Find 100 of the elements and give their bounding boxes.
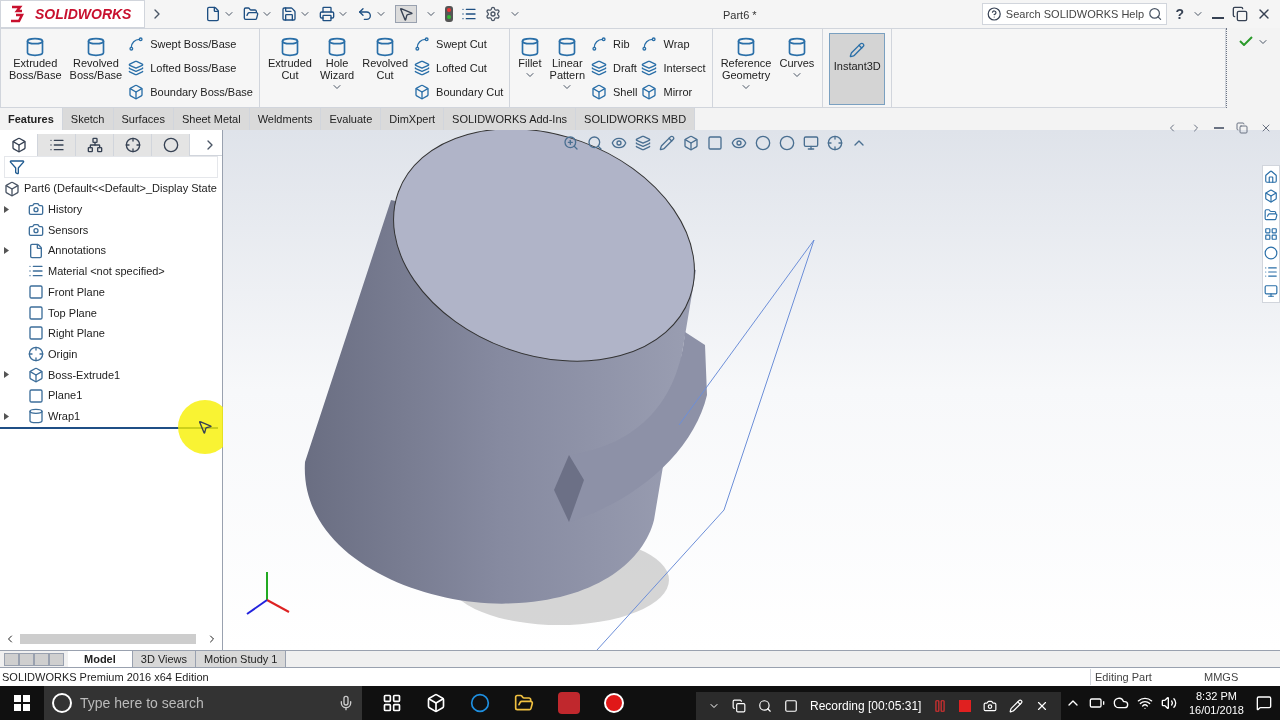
clock-time[interactable]: 8:32 PM [1196, 689, 1237, 703]
command-button[interactable]: Lofted Boss/Base [128, 59, 253, 77]
camera-icon[interactable] [983, 699, 998, 713]
command-button[interactable]: Mirror [641, 83, 706, 101]
task-pane-icon[interactable] [1264, 227, 1278, 241]
command-button[interactable]: Wrap [641, 35, 706, 53]
expand-arrow-icon[interactable] [4, 412, 9, 420]
units-selector[interactable]: MMGS [1180, 668, 1280, 686]
command-button[interactable]: Revolved Boss/Base [67, 33, 125, 105]
task-pane-icon[interactable] [1264, 208, 1278, 222]
wifi-icon[interactable] [1136, 695, 1153, 711]
help-button[interactable]: ? [1175, 3, 1184, 25]
command-tab[interactable]: Weldments [249, 108, 322, 130]
view-tool-icon[interactable] [563, 135, 579, 151]
view-tool-icon[interactable] [683, 135, 699, 151]
view-tool-icon[interactable] [587, 135, 603, 151]
traffic-light-icon[interactable] [445, 6, 453, 22]
panel-tab[interactable] [0, 133, 38, 156]
tree-item[interactable]: Plane1 [0, 385, 222, 406]
task-pane-icon[interactable] [1264, 265, 1278, 279]
pause-icon[interactable] [933, 699, 948, 713]
bottom-tab[interactable]: Model [68, 650, 133, 668]
task-pane-icon[interactable] [1264, 246, 1278, 260]
command-tab[interactable]: Sheet Metal [173, 108, 250, 130]
clock-date[interactable]: 16/01/2018 [1188, 703, 1244, 717]
instant3d-button[interactable]: Instant3D [829, 33, 886, 105]
bottom-tab[interactable]: Motion Study 1 [196, 650, 287, 668]
solidworks-logo[interactable]: SOLIDWORKS [0, 0, 145, 28]
stop-icon[interactable] [959, 700, 972, 712]
command-button[interactable]: Boundary Boss/Base [128, 83, 253, 101]
select-button[interactable] [395, 5, 417, 23]
command-button[interactable]: Linear Pattern [547, 33, 587, 105]
tree-item[interactable]: History [0, 199, 222, 220]
view-tool-icon[interactable] [803, 135, 819, 151]
bottom-tab[interactable]: 3D Views [132, 650, 197, 668]
windows-logo-icon[interactable] [14, 695, 30, 711]
command-button[interactable]: Rib [591, 35, 638, 53]
view-tool-icon[interactable] [707, 135, 723, 151]
microphone-icon[interactable] [338, 695, 354, 711]
cloud-icon[interactable] [1112, 695, 1129, 711]
view-tool-icon[interactable] [659, 135, 675, 151]
command-tab[interactable]: Evaluate [321, 108, 382, 130]
tree-item[interactable]: Annotations [0, 240, 222, 262]
view-tool-icon[interactable] [779, 135, 795, 151]
command-tab[interactable]: Sketch [62, 108, 114, 130]
command-tab[interactable]: SOLIDWORKS MBD [576, 108, 696, 130]
command-tab[interactable]: DimXpert [381, 108, 445, 130]
command-button[interactable]: Swept Cut [414, 35, 504, 53]
command-button[interactable]: Lofted Cut [414, 59, 504, 77]
panel-tab[interactable] [76, 133, 114, 156]
tree-item[interactable]: Right Plane [0, 323, 222, 344]
volume-icon[interactable] [1160, 695, 1177, 711]
task-pane-icon[interactable] [1264, 189, 1278, 203]
region-icon[interactable] [784, 699, 798, 713]
command-button[interactable]: Boundary Cut [414, 83, 504, 101]
tree-item[interactable]: Boss-Extrude1 [0, 364, 222, 386]
panel-tab[interactable] [38, 133, 76, 156]
command-button[interactable]: Swept Boss/Base [128, 35, 253, 53]
search-icon[interactable] [758, 699, 772, 713]
task-pane-icon[interactable] [1264, 170, 1278, 184]
view-tool-icon[interactable] [635, 135, 651, 151]
expand-arrow-icon[interactable] [4, 247, 9, 255]
command-button[interactable]: Extruded Cut [265, 33, 314, 105]
command-tab[interactable]: Surfaces [113, 108, 174, 130]
command-button[interactable]: Hole Wizard [317, 33, 357, 105]
tree-item[interactable]: Top Plane [0, 302, 222, 324]
app-icon[interactable] [558, 692, 580, 714]
spell-check-icon[interactable] [1238, 36, 1253, 46]
command-button[interactable]: Intersect [641, 59, 706, 77]
view-tool-icon[interactable] [755, 135, 771, 151]
tree-root[interactable]: Part6 (Default<<Default>_Display State [0, 178, 222, 199]
tree-item[interactable]: Material <not specified> [0, 261, 222, 282]
view-tool-icon[interactable] [611, 135, 627, 151]
command-button[interactable]: Draft [591, 59, 638, 77]
command-button[interactable]: Reference Geometry [718, 33, 774, 105]
record-icon[interactable] [604, 693, 624, 713]
taskbar-search-field[interactable]: Type here to search [44, 686, 362, 720]
expand-arrow-icon[interactable] [4, 371, 9, 379]
battery-icon[interactable] [1088, 695, 1105, 711]
command-button[interactable]: Revolved Cut [360, 33, 411, 105]
command-button[interactable]: Curves [777, 33, 817, 105]
view-tool-icon[interactable] [731, 135, 747, 151]
command-button[interactable]: Shell [591, 83, 638, 101]
command-button[interactable]: Extruded Boss/Base [7, 33, 64, 105]
notifications-icon[interactable] [1256, 695, 1272, 711]
expand-arrow-icon[interactable] [4, 205, 9, 213]
task-pane-icon[interactable] [1264, 284, 1278, 298]
panel-tab[interactable] [152, 133, 190, 156]
command-tab[interactable]: SOLIDWORKS Add-Ins [444, 108, 577, 130]
help-search-field[interactable]: Search SOLIDWORKS Help [982, 3, 1168, 25]
tree-item[interactable]: Front Plane [0, 281, 222, 303]
window-icon[interactable] [732, 699, 746, 713]
view-tool-icon[interactable] [827, 135, 843, 151]
task-view-icon[interactable] [382, 693, 402, 713]
tree-item[interactable]: Origin [0, 343, 222, 365]
panel-tab[interactable] [114, 133, 152, 156]
tree-item[interactable]: Sensors [0, 219, 222, 241]
command-button[interactable]: Fillet [516, 33, 544, 105]
filter-field[interactable] [4, 156, 218, 178]
scrollbar-thumb[interactable] [20, 634, 196, 644]
